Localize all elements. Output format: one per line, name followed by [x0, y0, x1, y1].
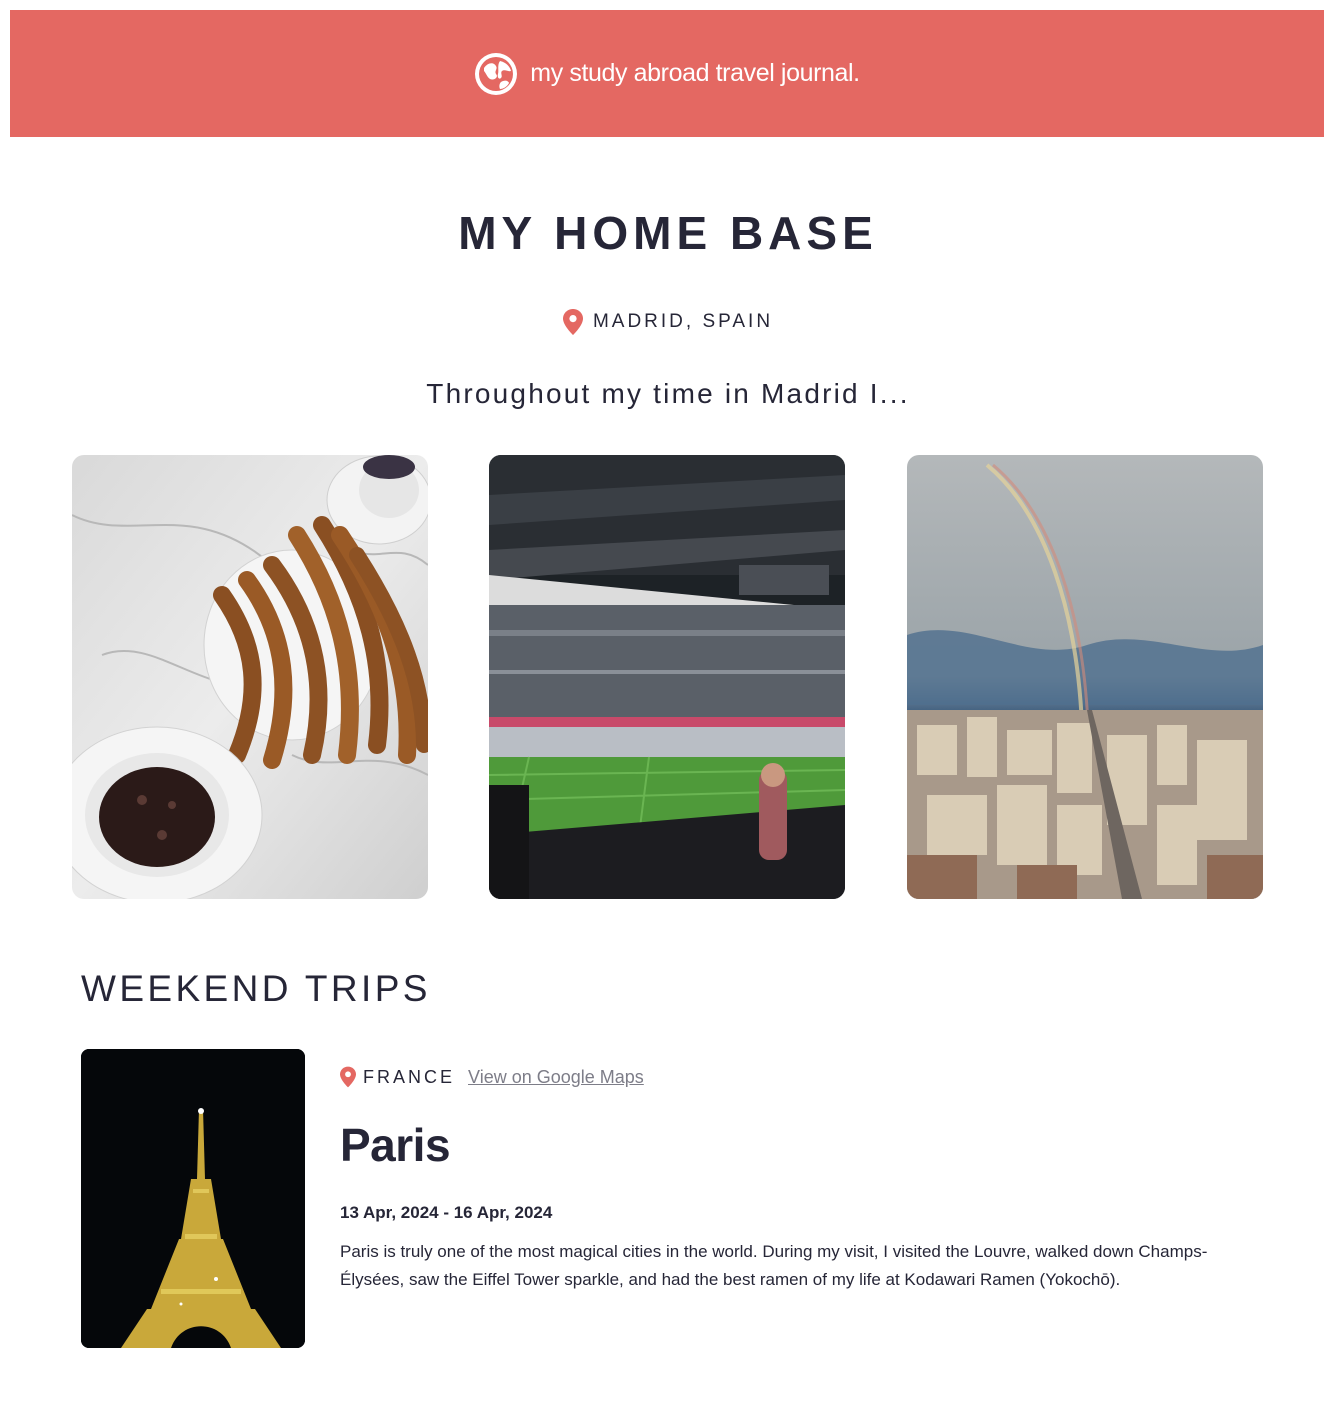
- trip-meta: FRANCE View on Google Maps: [340, 1066, 644, 1088]
- home-location-label: MADRID, SPAIN: [592, 311, 774, 332]
- site-brand[interactable]: my study abroad travel journal.: [530, 59, 860, 88]
- map-pin-icon: [340, 1066, 356, 1088]
- trip-dates: 13 Apr, 2024 - 16 Apr, 2024: [340, 1203, 553, 1222]
- churros-chocolate-photo: [72, 455, 428, 899]
- trip-city: Paris: [340, 1119, 451, 1171]
- weekend-trips-heading: WEEKEND TRIPS: [81, 968, 431, 1009]
- madrid-rainbow-skyline-photo: [907, 455, 1263, 899]
- globe-icon: [475, 52, 518, 95]
- football-stadium-photo: [489, 455, 845, 899]
- trip-country: FRANCE: [363, 1066, 456, 1087]
- map-pin-icon: [562, 309, 583, 335]
- trip-description: Paris is truly one of the most magical c…: [340, 1242, 1208, 1289]
- home-intro: Throughout my time in Madrid I...: [426, 378, 910, 409]
- eiffel-tower-night-photo: [81, 1049, 305, 1348]
- google-maps-link[interactable]: View on Google Maps: [468, 1067, 644, 1088]
- site-header: my study abroad travel journal.: [10, 10, 1324, 137]
- page-title: MY HOME BASE: [458, 207, 878, 259]
- home-location: MADRID, SPAIN: [0, 309, 1336, 335]
